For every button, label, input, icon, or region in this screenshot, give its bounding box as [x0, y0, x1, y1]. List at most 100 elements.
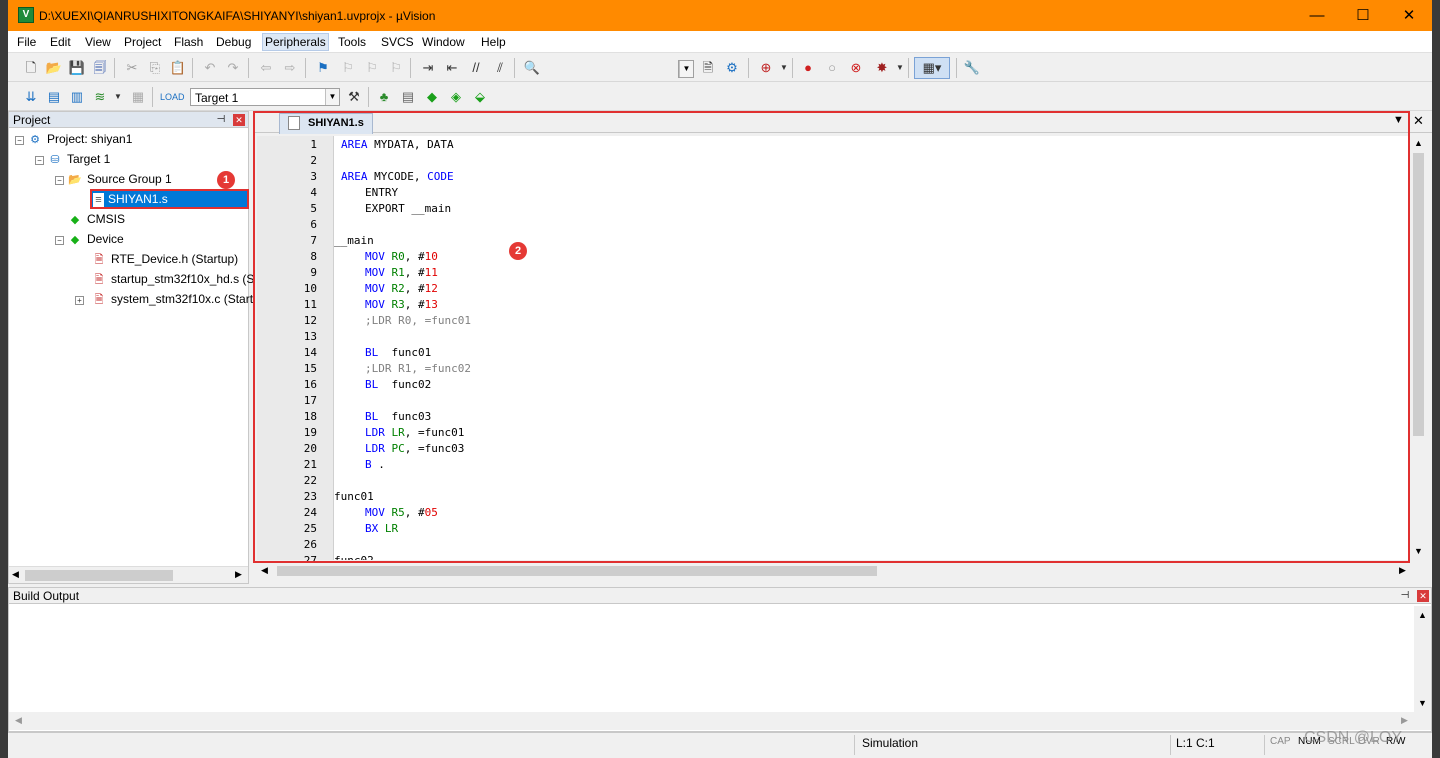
navigate-forward-icon[interactable]: ⇨ [280, 58, 300, 78]
window-layout-icon[interactable]: ▦▾ [914, 57, 950, 79]
manage-rte-icon[interactable]: ◆ [422, 87, 442, 107]
scroll-right-icon[interactable]: ▶ [1399, 565, 1406, 576]
scroll-up-icon[interactable]: ▲ [1418, 610, 1427, 620]
editor-hscrollbar[interactable]: ◀ ▶ [257, 562, 1412, 579]
collapse-icon[interactable]: − [15, 136, 24, 145]
select-packs-icon[interactable]: ▤ [398, 87, 418, 107]
tree-node-system[interactable]: 🗎 system_stm32f10x.c (Start [91, 290, 253, 308]
maximize-button[interactable]: ☐ [1340, 0, 1386, 31]
chevron-down-icon[interactable]: ▼ [108, 87, 128, 107]
pin-icon[interactable]: ⊣ [1399, 590, 1411, 602]
tab-list-dropdown-icon[interactable]: ▼ [1393, 114, 1404, 126]
cut-icon[interactable]: ✂ [122, 58, 142, 78]
scroll-thumb[interactable] [1413, 153, 1424, 436]
tree-node-device[interactable]: ◆ Device [67, 230, 124, 248]
menu-tools[interactable]: Tools [338, 35, 366, 49]
menu-view[interactable]: View [85, 35, 111, 49]
tree-node-source-group[interactable]: 📂 Source Group 1 [67, 170, 172, 188]
tree-node-project[interactable]: ⚙ Project: shiyan1 [27, 130, 132, 148]
find-icon[interactable]: 🗎 [698, 58, 718, 78]
build-output-hscrollbar[interactable]: ◀ ▶ [9, 712, 1431, 730]
copy-icon[interactable]: ⎘ [145, 58, 165, 78]
undo-icon[interactable]: ↶ [200, 58, 220, 78]
next-bookmark-icon[interactable]: ⚐ [362, 58, 382, 78]
menu-svcs[interactable]: SVCS [381, 35, 414, 49]
chevron-down-icon[interactable]: ▼ [774, 58, 794, 78]
build-output-text[interactable] [9, 606, 1414, 712]
stop-build-icon[interactable]: ▦ [128, 87, 148, 107]
scroll-left-icon[interactable]: ◀ [15, 715, 22, 726]
rebuild-icon[interactable]: ▥ [67, 87, 87, 107]
save-all-icon[interactable]: 🗐 [90, 58, 110, 78]
translate-icon[interactable]: ⇊ [21, 87, 41, 107]
tree-node-rte-device[interactable]: 🗎 RTE_Device.h (Startup) [91, 250, 239, 268]
batch-build-icon[interactable]: ≋ [90, 87, 110, 107]
disable-breakpoints-icon[interactable]: ⊗ [846, 58, 866, 78]
scroll-down-icon[interactable]: ▼ [1418, 698, 1427, 708]
insert-breakpoint-icon[interactable]: ● [798, 58, 818, 78]
scroll-thumb[interactable] [25, 570, 173, 581]
tab-shiyan1[interactable]: SHIYAN1.s [279, 113, 373, 134]
editor-vscrollbar[interactable]: ▲ ▼ [1410, 136, 1427, 560]
close-panel-icon[interactable]: ✕ [233, 114, 245, 126]
save-icon[interactable]: 💾 [67, 58, 87, 78]
tree-node-target[interactable]: ⛁ Target 1 [47, 150, 110, 168]
uncomment-icon[interactable]: ⫽ [490, 58, 510, 78]
indent-icon[interactable]: ⇥ [418, 58, 438, 78]
tree-node-shiyan1-file[interactable]: ≡ SHIYAN1.s [91, 190, 247, 208]
menu-window[interactable]: Window [422, 35, 465, 49]
project-hscrollbar[interactable]: ◀ ▶ [9, 566, 248, 583]
debug-session-icon[interactable]: ⊕ [756, 58, 776, 78]
clear-bookmarks-icon[interactable]: ⚐ [386, 58, 406, 78]
redo-icon[interactable]: ↷ [223, 58, 243, 78]
find-combo[interactable]: ▼ [678, 60, 694, 78]
build-icon[interactable]: ▤ [44, 87, 64, 107]
bookmark-icon[interactable]: ⚑ [313, 58, 333, 78]
prev-bookmark-icon[interactable]: ⚐ [338, 58, 358, 78]
new-file-icon[interactable]: 🗋 [21, 58, 41, 78]
download-load-icon[interactable]: LOAD [160, 87, 185, 107]
run-time-env-icon[interactable]: ⬙ [470, 87, 490, 107]
expand-icon[interactable]: + [75, 296, 84, 305]
tree-node-startup[interactable]: 🗎 startup_stm32f10x_hd.s (S [91, 270, 255, 288]
close-tab-icon[interactable]: ✕ [1413, 113, 1424, 129]
scroll-right-icon[interactable]: ▶ [235, 569, 242, 580]
incremental-find-icon[interactable]: ⚙ [722, 58, 742, 78]
unindent-icon[interactable]: ⇤ [442, 58, 462, 78]
close-button[interactable]: ✕ [1386, 0, 1432, 31]
scroll-left-icon[interactable]: ◀ [12, 569, 19, 580]
manage-project-items-icon[interactable]: ♣ [374, 87, 394, 107]
menu-file[interactable]: File [17, 35, 36, 49]
enable-breakpoint-icon[interactable]: ○ [822, 58, 842, 78]
menu-peripherals[interactable]: Peripherals [262, 33, 329, 51]
menu-flash[interactable]: Flash [174, 35, 203, 49]
scroll-thumb[interactable] [277, 566, 877, 576]
minimize-button[interactable]: — [1294, 0, 1340, 31]
scroll-left-icon[interactable]: ◀ [261, 565, 268, 576]
chevron-down-icon[interactable]: ▼ [890, 58, 910, 78]
find-in-files-icon[interactable]: 🔍 [522, 58, 542, 78]
build-output-vscrollbar[interactable]: ▲ ▼ [1414, 606, 1431, 712]
close-panel-icon[interactable]: ✕ [1417, 590, 1429, 602]
collapse-icon[interactable]: − [35, 156, 44, 165]
scroll-down-icon[interactable]: ▼ [1414, 546, 1423, 556]
tree-node-cmsis[interactable]: ◆ CMSIS [67, 210, 125, 228]
navigate-back-icon[interactable]: ⇦ [256, 58, 276, 78]
scroll-right-icon[interactable]: ▶ [1401, 715, 1408, 726]
code-area[interactable]: AREA MYDATA, DATA AREA MYCODE, CODE ENTR… [334, 136, 1410, 560]
collapse-icon[interactable]: − [55, 176, 64, 185]
kill-breakpoints-icon[interactable]: ✸ [872, 58, 892, 78]
configure-icon[interactable]: 🔧 [962, 58, 982, 78]
collapse-icon[interactable]: − [55, 236, 64, 245]
paste-icon[interactable]: 📋 [168, 58, 188, 78]
menu-debug[interactable]: Debug [216, 35, 251, 49]
menu-project[interactable]: Project [124, 35, 161, 49]
pin-icon[interactable]: ⊣ [215, 114, 227, 126]
open-file-icon[interactable]: 📂 [44, 58, 64, 78]
menu-edit[interactable]: Edit [50, 35, 71, 49]
pack-installer-icon[interactable]: ◈ [446, 87, 466, 107]
options-for-target-icon[interactable]: ⚒ [344, 87, 364, 107]
target-select[interactable]: Target 1 ▼ [190, 88, 340, 106]
comment-icon[interactable]: // [466, 58, 486, 78]
scroll-up-icon[interactable]: ▲ [1414, 138, 1423, 148]
